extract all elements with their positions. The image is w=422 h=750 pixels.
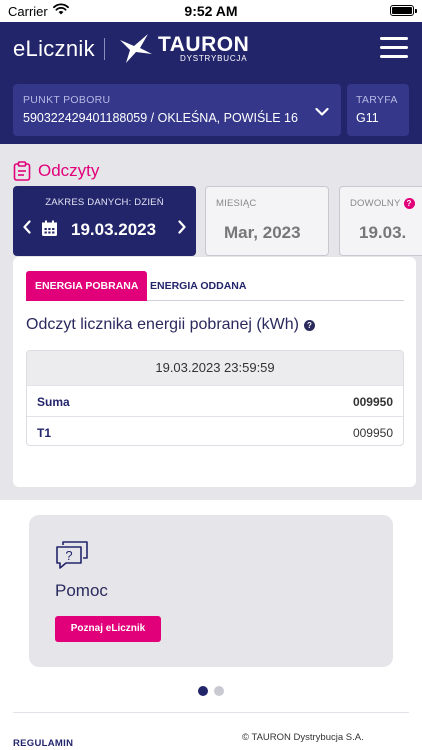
- app-header: eLicznik TAURON DYSTRYBUCJA: [0, 22, 422, 76]
- status-bar: Carrier 9:52 AM: [0, 0, 422, 22]
- clock: 9:52 AM: [184, 3, 238, 19]
- help-question-icon[interactable]: ?: [403, 198, 415, 209]
- custom-range-card[interactable]: DOWOLNY? 19.03.: [339, 186, 422, 256]
- tariff-label: TARYFA: [356, 94, 398, 106]
- clipboard-icon: [13, 161, 31, 186]
- carousel-dot-1[interactable]: [198, 686, 208, 696]
- svg-text:?: ?: [65, 548, 72, 563]
- chevron-down-icon: [315, 104, 329, 122]
- metering-point-label: PUNKT POBORU: [23, 94, 111, 106]
- carousel-indicator: [0, 686, 422, 696]
- tariff-value: G11: [356, 111, 379, 125]
- menu-bar-middle: [380, 46, 408, 49]
- tariff-box[interactable]: TARYFA G11: [347, 84, 409, 136]
- custom-range-label: DOWOLNY: [350, 198, 401, 209]
- metering-point-bar: PUNKT POBORU 590322429401188059 / OKLEŚN…: [0, 76, 422, 144]
- metering-point-select[interactable]: PUNKT POBORU 590322429401188059 / OKLEŚN…: [13, 84, 341, 136]
- battery-icon: [390, 5, 417, 16]
- help-title: Pomoc: [55, 581, 108, 600]
- header-divider: [104, 38, 105, 60]
- readings-section: Odczyty ZAKRES DANYCH: DZIEŃ 19.03.2023 …: [0, 144, 422, 500]
- section-title: Odczyty: [38, 161, 100, 180]
- row-label: Suma: [37, 395, 70, 409]
- metering-point-value: 590322429401188059 / OKLEŚNA, POWIŚLE 16: [23, 111, 298, 125]
- tab-energy-returned[interactable]: ENERGIA ODDANA: [141, 271, 255, 301]
- carousel-dot-2[interactable]: [214, 686, 224, 696]
- chat-question-icon: ?: [55, 540, 89, 575]
- regulamin-link[interactable]: REGULAMIN: [13, 738, 73, 749]
- tab-energy-drawn[interactable]: ENERGIA POBRANA: [26, 271, 148, 301]
- tauron-logo-mark-icon: [118, 32, 154, 69]
- lower-section: ? Pomoc Poznaj eLicznik REGULAMIN © TAUR…: [0, 500, 422, 750]
- table-row: Suma 009950: [27, 385, 403, 416]
- menu-bar-bottom: [380, 55, 408, 58]
- logo-subtext: DYSTRYBUCJA: [180, 54, 248, 63]
- learn-elicznik-button[interactable]: Poznaj eLicznik: [55, 616, 161, 642]
- info-question-icon[interactable]: ?: [304, 320, 315, 331]
- table-row: T1 009950: [27, 416, 403, 445]
- day-range-card[interactable]: ZAKRES DANYCH: DZIEŃ 19.03.2023: [13, 186, 196, 256]
- energy-tabs: ENERGIA POBRANA ENERGIA ODDANA: [26, 271, 404, 301]
- row-label: T1: [37, 426, 52, 440]
- reading-table: 19.03.2023 23:59:59 Suma 009950 T1 00995…: [26, 350, 404, 446]
- menu-bar-top: [380, 37, 408, 40]
- month-range-label: MIESIĄC: [216, 198, 257, 209]
- copyright: © TAURON Dystrybucja S.A.: [242, 732, 364, 743]
- calendar-icon: [41, 220, 58, 242]
- panel-title-text: Odczyt licznika energii pobranej (kWh): [26, 316, 299, 333]
- app-name: eLicznik: [13, 36, 95, 61]
- month-range-card[interactable]: MIESIĄC Mar, 2023: [205, 186, 329, 256]
- reading-timestamp: 19.03.2023 23:59:59: [27, 351, 403, 385]
- hamburger-menu-icon[interactable]: [380, 36, 410, 60]
- tauron-logo: TAURON DYSTRYBUCJA: [118, 30, 249, 70]
- help-card: ? Pomoc Poznaj eLicznik: [29, 515, 393, 667]
- month-value: Mar, 2023: [224, 223, 301, 242]
- next-day-button[interactable]: [178, 220, 186, 239]
- row-value: 009950: [352, 426, 393, 440]
- row-value: 009950: [352, 395, 393, 409]
- footer-divider: [13, 712, 409, 713]
- panel-title: Odczyt licznika energii pobranej (kWh)?: [26, 316, 315, 334]
- day-range-label: ZAKRES DANYCH: DZIEŃ: [45, 197, 164, 208]
- prev-day-button[interactable]: [23, 220, 31, 239]
- reading-panel: ENERGIA POBRANA ENERGIA ODDANA Odczyt li…: [13, 257, 416, 487]
- custom-range-value: 19.03.: [359, 223, 407, 242]
- selected-date: 19.03.2023: [71, 220, 157, 239]
